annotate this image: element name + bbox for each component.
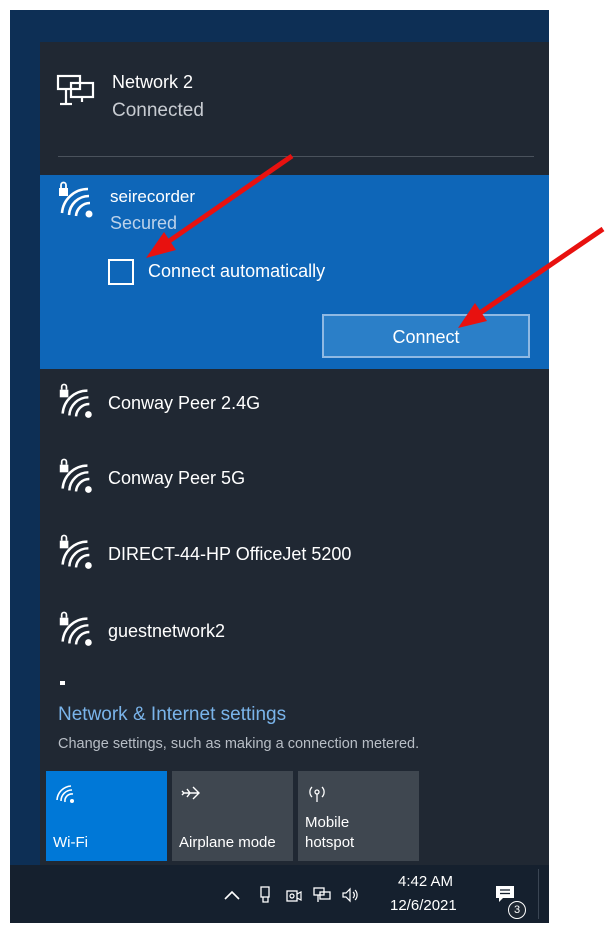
- show-desktop-separator: [538, 869, 539, 919]
- network-tray-icon[interactable]: [312, 885, 332, 905]
- camera-icon[interactable]: [284, 885, 304, 905]
- network-name: Conway Peer 5G: [108, 468, 246, 488]
- network-item[interactable]: Conway Peer 5G: [40, 444, 549, 514]
- hotspot-icon: [309, 786, 325, 802]
- flyout-top-edge: [10, 10, 549, 42]
- taskbar: 4:42 AM 12/6/2021 3: [10, 865, 549, 923]
- network-settings-description: Change settings, such as making a connec…: [58, 736, 420, 752]
- connect-button[interactable]: Connect: [322, 314, 530, 358]
- network-flyout: Network 2 Connected seirecorder Secured …: [40, 42, 549, 865]
- connected-network-status: Connected: [112, 100, 204, 121]
- clock-date[interactable]: 12/6/2021: [390, 897, 457, 914]
- wifi-tile-label: Wi-Fi: [53, 834, 88, 851]
- selected-network-name: seirecorder: [110, 187, 196, 206]
- airplane-mode-tile[interactable]: Airplane mode: [172, 771, 293, 861]
- network-settings-link[interactable]: Network & Internet settings: [58, 704, 286, 726]
- network-item[interactable]: Conway Peer 2.4G: [40, 369, 549, 439]
- ethernet-icon: [56, 74, 95, 106]
- network-name: DIRECT-44-HP OfficeJet 5200: [108, 544, 352, 564]
- network-name: Conway Peer 2.4G: [108, 393, 261, 413]
- mobile-hotspot-tile[interactable]: Mobile hotspot: [298, 771, 419, 861]
- volume-icon[interactable]: [340, 885, 360, 905]
- wifi-secured-icon: [59, 611, 92, 646]
- usb-icon[interactable]: [256, 885, 276, 905]
- partial-network-icon: [60, 681, 65, 685]
- connect-automatically-label[interactable]: Connect automatically: [148, 261, 325, 282]
- wifi-secured-icon: [59, 383, 92, 418]
- divider: [58, 156, 534, 157]
- chevron-up-icon[interactable]: [222, 885, 242, 905]
- airplane-icon: [181, 786, 200, 800]
- connected-network-name: Network 2: [112, 72, 194, 92]
- network-name: guestnetwork2: [108, 621, 226, 641]
- mobile-hotspot-label: Mobile hotspot: [305, 814, 355, 851]
- clock-time[interactable]: 4:42 AM: [398, 873, 453, 890]
- network-item[interactable]: DIRECT-44-HP OfficeJet 5200: [40, 520, 549, 590]
- airplane-mode-label: Airplane mode: [179, 834, 276, 851]
- wifi-tile[interactable]: Wi-Fi: [46, 771, 167, 861]
- selected-network-status: Secured: [110, 213, 178, 233]
- wifi-secured-icon: [59, 181, 93, 218]
- wifi-secured-icon: [59, 458, 92, 493]
- selected-network-item[interactable]: seirecorder Secured Connect automaticall…: [40, 175, 549, 369]
- wifi-icon: [56, 785, 74, 803]
- connect-automatically-checkbox[interactable]: [108, 259, 134, 285]
- network-item[interactable]: guestnetwork2: [40, 597, 549, 667]
- flyout-left-edge: [10, 10, 40, 865]
- wifi-secured-icon: [59, 534, 92, 569]
- notification-count-badge: 3: [508, 901, 526, 919]
- connected-network-item[interactable]: Network 2 Connected: [40, 42, 549, 142]
